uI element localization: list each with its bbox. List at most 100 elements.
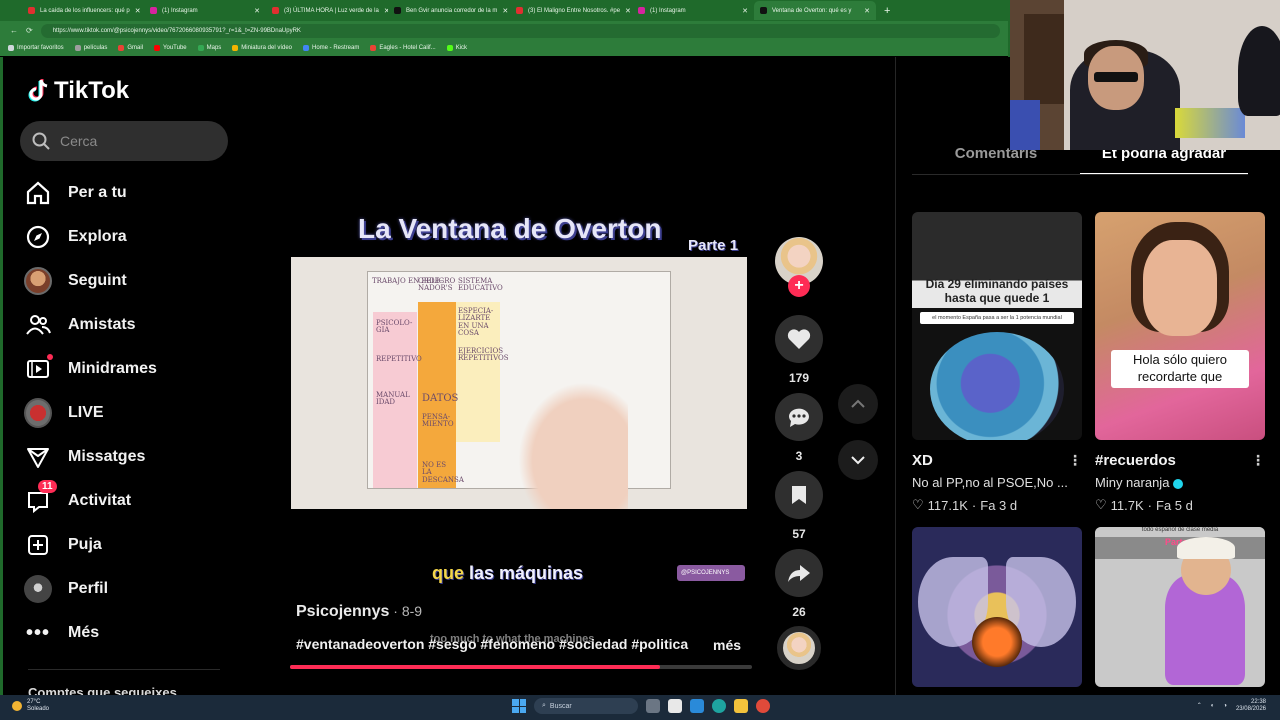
- card-meta: ♡ 11.7K · Fa 5 d: [1095, 497, 1193, 513]
- video-thumbnail[interactable]: [912, 527, 1082, 687]
- kebab-menu-icon[interactable]: ⋮: [1251, 452, 1265, 469]
- post-date: 8-9: [401, 603, 423, 619]
- video-thumbnail[interactable]: Día 29 eliminando países hasta que quede…: [912, 212, 1082, 440]
- bookmark-favicon-icon: [154, 45, 161, 51]
- sidebar-item-seguint[interactable]: Seguint: [24, 259, 234, 303]
- store-icon[interactable]: [690, 699, 704, 713]
- sidebar-item-amistats[interactable]: Amistats: [24, 303, 234, 347]
- webcam-door: [1024, 14, 1064, 104]
- close-tab-icon[interactable]: ✕: [135, 7, 141, 15]
- sidebar-item-label: Minidrames: [68, 360, 157, 377]
- new-tab-button[interactable]: +: [876, 5, 890, 17]
- sidebar-item-perfil[interactable]: Perfil: [24, 567, 234, 611]
- favicon-icon: [28, 7, 35, 14]
- video-nav-arrows: [838, 384, 878, 496]
- bookmarks-bar: Importar favoritos películas Gmail YouTube M…: [0, 40, 1010, 56]
- bookmark-item[interactable]: Eagles - Hotel Calif...: [370, 45, 436, 51]
- video-progress-bar[interactable]: [290, 665, 752, 669]
- url-field[interactable]: https://www.tiktok.com/@psicojennys/vide…: [40, 23, 1000, 38]
- widgets-icon[interactable]: [668, 699, 682, 713]
- sidebar-item-minidrames[interactable]: Minidrames: [24, 347, 234, 391]
- browser-tab[interactable]: (1) Instagram ✕: [632, 1, 754, 20]
- bookmark-item[interactable]: Kick: [446, 45, 467, 51]
- author-name[interactable]: Psicojennys: [296, 603, 389, 620]
- close-tab-icon[interactable]: ✕: [864, 7, 870, 15]
- tab-title: (1) Instagram: [162, 7, 198, 14]
- heart-outline-icon: ♡: [912, 497, 924, 512]
- following-avatar-icon: [24, 267, 52, 295]
- follow-plus-button[interactable]: +: [788, 275, 810, 297]
- sidebar-item-label: Perfil: [68, 580, 109, 597]
- browser-tab[interactable]: Ventana de Overton: qué es y ✕: [754, 1, 876, 20]
- tab-title: (3) El Maligno Entre Nosotros. #pe: [528, 7, 621, 14]
- video-thumbnail[interactable]: todo español de clase media Parte 3: [1095, 527, 1265, 687]
- network-icon[interactable]: ◐: [1211, 703, 1215, 709]
- notification-dot: [47, 354, 53, 360]
- taskbar-clock[interactable]: 22:38 23/08/2026: [1236, 699, 1266, 713]
- volume-icon[interactable]: ◑: [1223, 703, 1227, 709]
- task-view-icon[interactable]: [646, 699, 660, 713]
- sidebar-item-live[interactable]: LIVE: [24, 391, 234, 435]
- save-button[interactable]: [775, 471, 823, 519]
- recommended-video-card[interactable]: Día 29 eliminando países hasta que quede…: [912, 212, 1082, 513]
- video-frame: TRABAJO EN PELIGRO ORDE-NADOR'S SISTEMA …: [291, 257, 747, 509]
- card-author[interactable]: Miny naranja: [1095, 475, 1169, 490]
- previous-video-button[interactable]: [838, 384, 878, 424]
- chrome-icon[interactable]: [756, 699, 770, 713]
- sidebar-item-explora[interactable]: Explora: [24, 215, 234, 259]
- video-thumbnail[interactable]: Hola sólo quiero recordarte que: [1095, 212, 1265, 440]
- sidebar-item-missatges[interactable]: Missatges: [24, 435, 234, 479]
- close-tab-icon[interactable]: ✕: [502, 7, 508, 15]
- video-author[interactable]: Psicojennys · 8-9: [296, 603, 422, 621]
- browser-tab[interactable]: (1) Instagram ✕: [144, 1, 266, 20]
- bookmark-item[interactable]: Importar favoritos: [8, 45, 64, 51]
- video-hashtags[interactable]: #ventanadeoverton #sesgo #fenomeno #soci…: [296, 636, 688, 652]
- kebab-menu-icon[interactable]: ⋮: [1068, 452, 1082, 469]
- close-tab-icon[interactable]: ✕: [625, 7, 631, 15]
- bookmark-label: Gmail: [127, 45, 144, 51]
- sidebar-item-per-a-tu[interactable]: Per a tu: [24, 171, 234, 215]
- close-tab-icon[interactable]: ✕: [742, 7, 748, 15]
- browser-tab[interactable]: Ben Gvir anuncia corredor de la m ✕: [388, 1, 510, 20]
- board-text: NO ES LA DESCANSA: [422, 461, 464, 484]
- recommended-video-card[interactable]: [912, 527, 1082, 687]
- sidebar-item-mes[interactable]: ••• Més: [24, 611, 234, 655]
- bookmark-favicon-icon: [118, 45, 125, 51]
- bookmark-favicon-icon: [303, 45, 309, 51]
- video-player[interactable]: La Ventana de Overton Parte 1 TRABAJO EN…: [290, 205, 748, 615]
- sidebar-item-activitat[interactable]: 11 Activitat: [24, 479, 234, 523]
- edge-icon[interactable]: [712, 699, 726, 713]
- comment-button[interactable]: [775, 393, 823, 441]
- like-button[interactable]: [775, 315, 823, 363]
- recommended-video-card[interactable]: Hola sólo quiero recordarte que #recuerd…: [1095, 212, 1265, 513]
- bookmark-item[interactable]: Home - Restream: [303, 45, 359, 51]
- close-tab-icon[interactable]: ✕: [254, 7, 260, 15]
- next-video-button[interactable]: [838, 440, 878, 480]
- reload-icon[interactable]: ⟳: [26, 26, 33, 35]
- tiktok-logo[interactable]: TikTok: [28, 77, 129, 105]
- sound-disc-avatar[interactable]: [777, 626, 821, 670]
- bookmark-item[interactable]: YouTube: [154, 45, 187, 51]
- bookmark-item[interactable]: Maps: [197, 45, 221, 51]
- browser-tab[interactable]: (3) ÚLTIMA HORA | Luz verde de la ✕: [266, 1, 388, 20]
- chevron-up-icon[interactable]: ⌃: [1197, 702, 1202, 709]
- creator-avatar[interactable]: +: [775, 237, 823, 297]
- sidebar-item-puja[interactable]: Puja: [24, 523, 234, 567]
- more-description-button[interactable]: més: [713, 637, 741, 653]
- back-icon[interactable]: ←: [10, 26, 18, 35]
- browser-tab[interactable]: La caída de los influencers: qué p ✕: [22, 1, 144, 20]
- file-explorer-icon[interactable]: [734, 699, 748, 713]
- recommended-video-card[interactable]: todo español de clase media Parte 3: [1095, 527, 1265, 687]
- system-tray: ⌃ ◐ ◑ 22:38 23/08/2026: [1197, 699, 1266, 713]
- bookmark-label: Eagles - Hotel Calif...: [379, 45, 436, 51]
- favicon-icon: [272, 7, 279, 14]
- browser-tab[interactable]: (3) El Maligno Entre Nosotros. #pe ✕: [510, 1, 632, 20]
- search-box[interactable]: Cerca: [20, 121, 228, 161]
- bookmark-item[interactable]: Gmail: [118, 45, 143, 51]
- share-button[interactable]: [775, 549, 823, 597]
- windows-start-icon[interactable]: [512, 699, 526, 713]
- weather-widget[interactable]: 27°C Soleado: [12, 699, 49, 712]
- taskbar-search[interactable]: ⌕ Buscar: [534, 698, 638, 714]
- bookmark-item[interactable]: películas: [74, 45, 107, 51]
- bookmark-item[interactable]: Miniatura del vídeo: [232, 45, 292, 51]
